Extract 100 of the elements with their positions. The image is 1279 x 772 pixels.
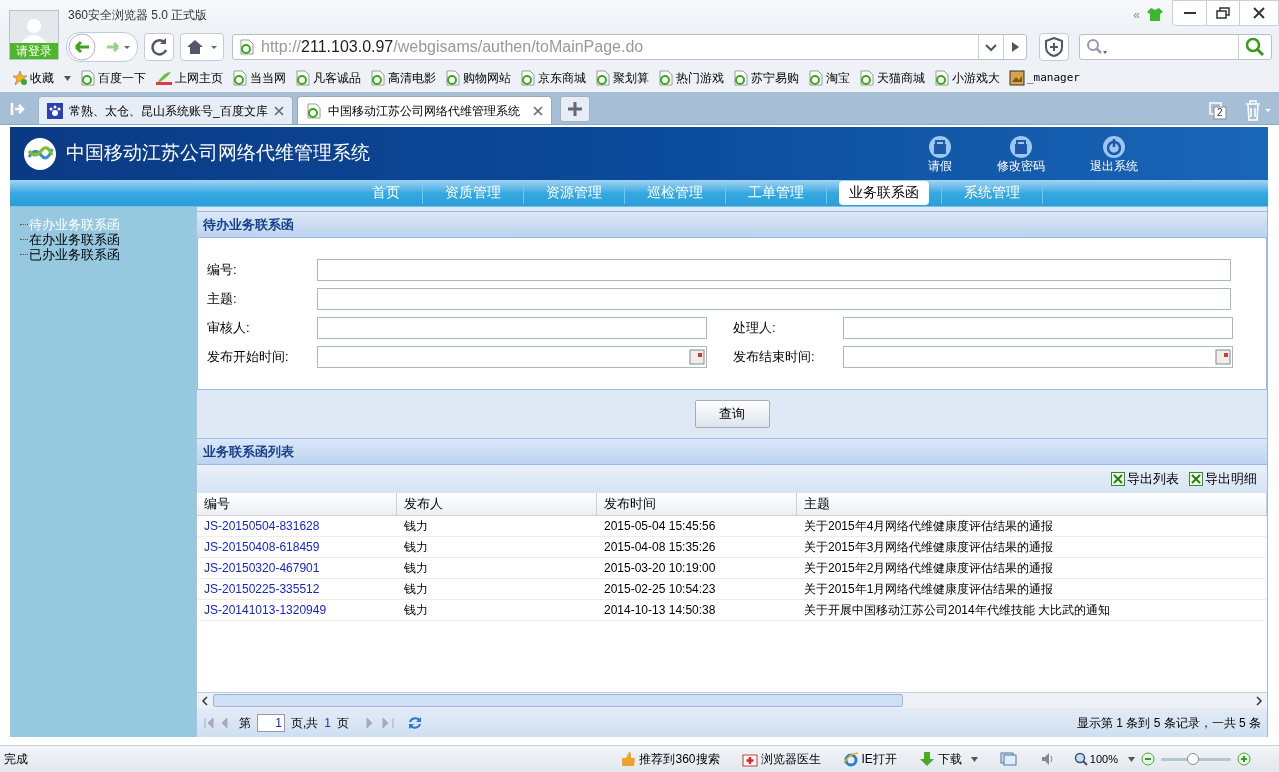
bookmark[interactable]: 凡客诚品	[295, 69, 361, 87]
browser-tab[interactable]: 中国移动江苏公司网络代维管理系统	[297, 96, 552, 124]
restore-icon	[1216, 7, 1230, 19]
browser-tab[interactable]: 常熟、太仓、昆山系统账号_百度文库	[38, 96, 293, 124]
address-bar[interactable]: http://211.103.0.97/webgisams/authen/toMainPage.do	[232, 34, 1027, 60]
bookmark[interactable]: 购物网站	[445, 69, 511, 87]
status-button[interactable]: 下载	[918, 750, 978, 768]
star-icon	[12, 70, 28, 86]
header-action[interactable]: 修改密码	[997, 134, 1045, 173]
horizontal-scrollbar[interactable]	[197, 692, 1267, 708]
status-button[interactable]: IE打开	[842, 750, 897, 768]
bookmark[interactable]: 聚划算	[595, 69, 649, 87]
bookmark[interactable]: 小游戏大	[934, 69, 1000, 87]
header-action[interactable]: 请假	[928, 134, 952, 173]
zoom-button[interactable]: 100%	[1073, 750, 1135, 768]
input-field[interactable]	[317, 259, 1231, 281]
bookmark[interactable]: _manager	[1009, 69, 1080, 87]
bookmark[interactable]: 当当网	[232, 69, 286, 87]
sidebar-item[interactable]: 在办业务联系函	[29, 232, 120, 247]
table-cell-text: 关于2015年1月网络代维健康度评估结果的通报	[803, 581, 1055, 598]
shield-button[interactable]	[1039, 33, 1069, 61]
input-field[interactable]	[843, 317, 1233, 339]
record-link[interactable]: JS-20150225-335512	[197, 579, 397, 599]
bookmark[interactable]: 天猫商城	[859, 69, 925, 87]
page-input[interactable]: 1	[257, 713, 285, 732]
status-button[interactable]: 推荐到360搜索	[620, 750, 720, 768]
status-button[interactable]: 浏览器医生	[741, 750, 821, 768]
page-icon	[445, 70, 461, 86]
app-title: 中国移动江苏公司网络代维管理系统	[66, 141, 370, 166]
home-button[interactable]	[180, 33, 224, 61]
power-icon	[1102, 134, 1126, 159]
column-header[interactable]: 发布时间	[597, 493, 797, 515]
paw-icon	[47, 102, 63, 119]
zoom-out-icon[interactable]	[1141, 752, 1155, 766]
search-field[interactable]	[1079, 34, 1272, 60]
bookmark[interactable]: 上网主页	[155, 69, 223, 87]
calendar-icon[interactable]	[689, 349, 705, 365]
record-link[interactable]: JS-20141013-1320949	[197, 600, 397, 620]
section-header: 待办业务联系函	[197, 211, 1267, 238]
bookmark[interactable]: 收藏	[12, 69, 71, 87]
pager-text: 页,共	[291, 714, 319, 732]
sidebar-item[interactable]: 已办业务联系函	[29, 247, 120, 262]
page-icon	[232, 70, 248, 86]
record-link[interactable]: JS-20150320-467901	[197, 558, 397, 578]
column-header[interactable]: 发布人	[397, 493, 597, 515]
record-link[interactable]: JS-20150408-618459	[197, 537, 397, 557]
page-icon	[595, 70, 611, 86]
table-cell-text: 2014-10-13 14:50:38	[603, 602, 717, 619]
refresh-button[interactable]	[144, 33, 174, 61]
close-button[interactable]	[1239, 0, 1279, 26]
record-link[interactable]: JS-20150504-831628	[197, 516, 397, 536]
column-header[interactable]: 编号	[197, 493, 397, 515]
restore-button[interactable]	[1207, 0, 1239, 26]
window-title: 360安全浏览器 5.0 正式版	[68, 7, 208, 24]
close-icon[interactable]	[274, 105, 284, 116]
date-field[interactable]	[843, 346, 1233, 368]
bookmark[interactable]: 苏宁易购	[733, 69, 799, 87]
page-icon	[658, 70, 674, 86]
table-cell-text: 关于开展中国移动江苏公司2014年代维技能 大比武的通知	[803, 602, 1112, 619]
input-field[interactable]	[317, 288, 1231, 310]
bookmark[interactable]: 百度一下	[80, 69, 146, 87]
minimize-button[interactable]	[1172, 0, 1207, 26]
export-button[interactable]: 导出列表	[1111, 469, 1179, 489]
magnifier-icon	[1073, 752, 1088, 766]
logo-icon	[23, 136, 57, 171]
table-cell-text: 关于2015年4月网络代维健康度评估结果的通报	[803, 518, 1055, 535]
download-icon	[918, 751, 935, 767]
window-icon[interactable]	[999, 752, 1018, 766]
bookmark[interactable]: 热门游戏	[658, 69, 724, 87]
table-cell-text: 钱力	[403, 560, 429, 577]
column-header[interactable]: 主题	[797, 493, 1267, 515]
date-field[interactable]	[317, 346, 707, 368]
header-action[interactable]: 退出系统	[1090, 134, 1138, 173]
refresh-icon[interactable]	[407, 714, 424, 731]
thumbs-up-icon	[620, 751, 637, 767]
input-field[interactable]	[317, 317, 707, 339]
spreadsheet-icon	[1111, 472, 1125, 486]
table-cell-text: 关于2015年3月网络代维健康度评估结果的通报	[803, 539, 1055, 556]
new-tab-button[interactable]	[560, 96, 590, 122]
export-button[interactable]: 导出明细	[1189, 469, 1257, 489]
field-label: 编号:	[207, 261, 238, 280]
navigation-buttons[interactable]	[66, 32, 138, 62]
nav-tab[interactable]: 业务联系函	[839, 180, 929, 205]
caret-icon	[1128, 756, 1135, 762]
speaker-icon[interactable]	[1039, 751, 1056, 767]
table-cell-text: 钱力	[403, 539, 429, 556]
zoom-in-icon[interactable]	[1237, 752, 1251, 766]
leaf-icon	[155, 70, 173, 86]
query-button[interactable]: 查询	[694, 400, 770, 428]
bookmark[interactable]: 京东商城	[520, 69, 586, 87]
bookmark[interactable]: 高清电影	[370, 69, 436, 87]
shirt-icon[interactable]	[1146, 6, 1164, 22]
close-icon[interactable]	[533, 105, 543, 116]
page-icon	[733, 70, 749, 86]
lock-icon	[1009, 134, 1033, 159]
page-icon	[295, 70, 311, 86]
bookmark[interactable]: 淘宝	[808, 69, 850, 87]
field-label: 发布结束时间:	[733, 348, 816, 367]
calendar-icon[interactable]	[1215, 349, 1231, 365]
slider-thumb[interactable]	[1186, 752, 1199, 765]
